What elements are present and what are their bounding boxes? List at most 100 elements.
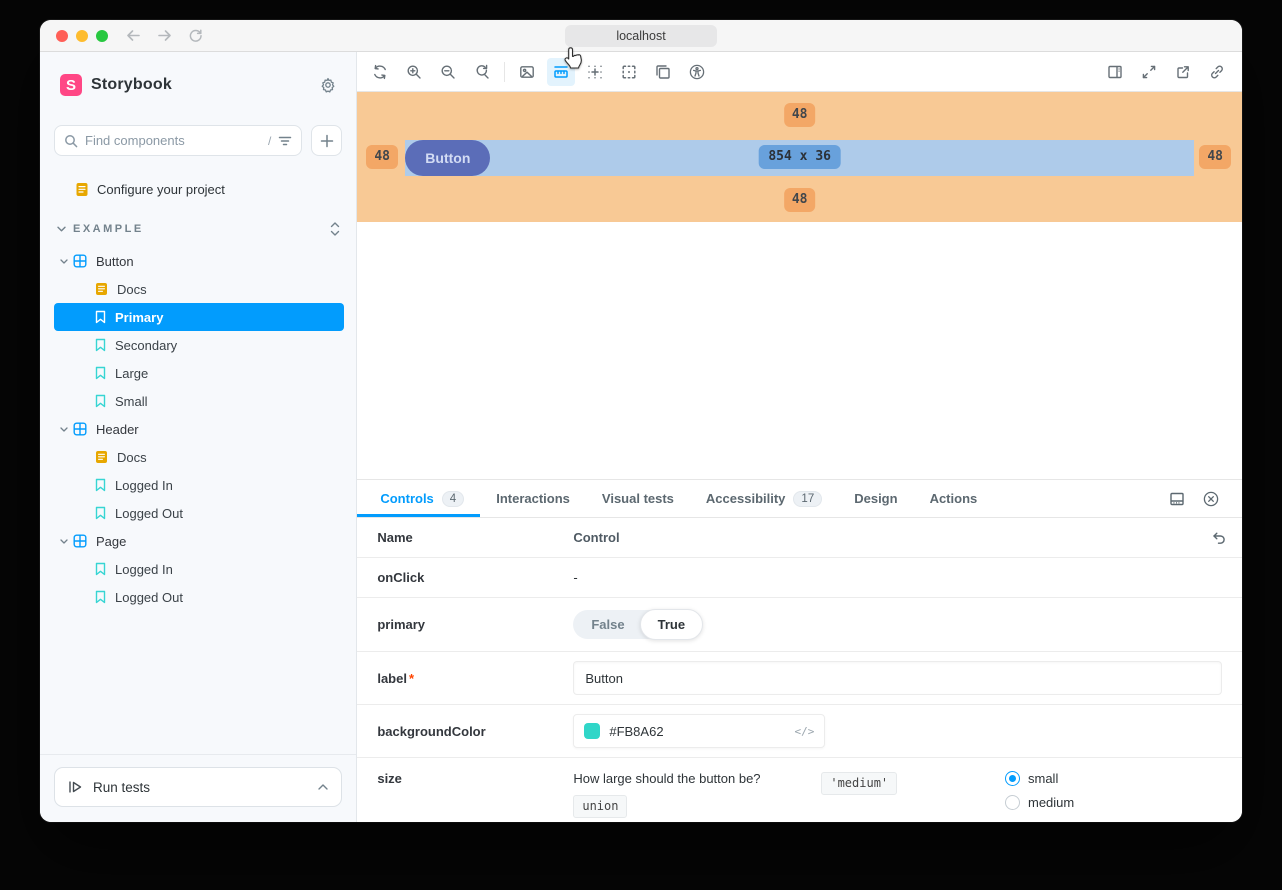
mouse-cursor-pointer	[563, 46, 585, 72]
code-toggle-icon[interactable]: </>	[794, 725, 814, 738]
zoom-in-icon[interactable]	[400, 58, 428, 86]
panel-position-icon[interactable]	[1163, 485, 1191, 513]
back-icon[interactable]	[126, 29, 141, 42]
arg-default-cell: 'medium'	[821, 771, 1005, 795]
radio-group-size: small medium	[1005, 771, 1242, 810]
create-story-button[interactable]	[311, 125, 342, 156]
margin-badge-top: 48	[784, 103, 816, 127]
table-row: backgroundColor #FB8A62 </>	[357, 705, 1242, 758]
close-window-button[interactable]	[56, 30, 68, 42]
tab-design[interactable]: Design	[838, 480, 913, 517]
bookmark-icon	[95, 506, 106, 520]
story-tree: Button Docs Primary Secondary Large	[40, 247, 356, 611]
sidebar-item-secondary[interactable]: Secondary	[40, 331, 356, 359]
sidebar-item-configure[interactable]: Configure your project	[40, 175, 356, 203]
minimize-window-button[interactable]	[76, 30, 88, 42]
tab-visual-tests[interactable]: Visual tests	[586, 480, 690, 517]
accessibility-icon[interactable]	[683, 58, 711, 86]
remount-icon[interactable]	[366, 58, 394, 86]
tab-interactions[interactable]: Interactions	[480, 480, 586, 517]
sidebar-item-page-loggedout[interactable]: Logged Out	[40, 583, 356, 611]
table-row: label*	[357, 652, 1242, 705]
outline-icon[interactable]	[615, 58, 643, 86]
search-box[interactable]: /	[54, 125, 302, 156]
label-text-input[interactable]	[573, 661, 1222, 695]
arg-description-cell: How large should the button be? union	[573, 771, 821, 818]
zoom-out-icon[interactable]	[434, 58, 462, 86]
configure-label: Configure your project	[97, 182, 225, 197]
sidebar-item-button[interactable]: Button	[40, 247, 356, 275]
color-value[interactable]: #FB8A62	[609, 724, 785, 739]
bookmark-icon	[95, 338, 106, 352]
sidebar-item-header[interactable]: Header	[40, 415, 356, 443]
tab-accessibility[interactable]: Accessibility 17	[690, 480, 838, 517]
controls-table: Name Control onClick - primary	[357, 518, 1242, 822]
grid-icon[interactable]	[581, 58, 609, 86]
copy-link-icon[interactable]	[1203, 58, 1231, 86]
search-input[interactable]	[85, 133, 261, 148]
viewport-icon[interactable]	[649, 58, 677, 86]
open-new-tab-icon[interactable]	[1169, 58, 1197, 86]
color-swatch[interactable]	[584, 723, 600, 739]
sidebar-item-header-loggedout[interactable]: Logged Out	[40, 499, 356, 527]
radio-icon[interactable]	[1005, 771, 1020, 786]
arg-type-badge: union	[573, 795, 627, 818]
reset-controls-icon[interactable]	[1211, 531, 1242, 545]
run-tests-button[interactable]: Run tests	[54, 767, 342, 807]
radio-option-medium[interactable]: medium	[1005, 795, 1222, 810]
bookmark-icon	[95, 590, 106, 604]
storybook-logo-icon: S	[60, 74, 82, 96]
play-tests-icon	[68, 780, 83, 794]
collapse-expand-all-icon[interactable]	[330, 222, 340, 236]
sidebar-item-large[interactable]: Large	[40, 359, 356, 387]
panel-toggle-icon[interactable]	[1101, 58, 1129, 86]
chevron-down-icon	[57, 259, 71, 264]
background-icon[interactable]	[513, 58, 541, 86]
search-shortcut-hint: /	[268, 134, 271, 148]
boolean-toggle[interactable]: False True	[573, 610, 702, 639]
sidebar: S Storybook /	[40, 52, 357, 822]
forward-icon[interactable]	[157, 29, 172, 42]
zoom-reset-icon[interactable]	[468, 58, 496, 86]
bookmark-icon	[95, 366, 106, 380]
arg-name: label*	[357, 671, 573, 686]
component-icon	[73, 534, 87, 548]
docs-icon	[95, 450, 108, 464]
titlebar: localhost	[40, 20, 1242, 52]
sidebar-item-button-docs[interactable]: Docs	[40, 275, 356, 303]
sidebar-item-small[interactable]: Small	[40, 387, 356, 415]
sidebar-section-example[interactable]: EXAMPLE	[40, 215, 356, 243]
sidebar-item-header-loggedin[interactable]: Logged In	[40, 471, 356, 499]
radio-icon[interactable]	[1005, 795, 1020, 810]
radio-option-small[interactable]: small	[1005, 771, 1222, 786]
reload-icon[interactable]	[188, 28, 203, 43]
filter-icon[interactable]	[278, 135, 292, 147]
address-bar[interactable]: localhost	[565, 25, 717, 47]
story-button[interactable]: Button	[405, 140, 490, 176]
close-panel-icon[interactable]	[1197, 485, 1225, 513]
tab-actions[interactable]: Actions	[914, 480, 994, 517]
radio-label: small	[1028, 771, 1058, 786]
arg-value: -	[573, 570, 1242, 585]
toggle-true-option[interactable]: True	[640, 609, 703, 640]
color-picker-control[interactable]: #FB8A62 </>	[573, 714, 825, 748]
chevron-down-icon	[57, 226, 66, 232]
story-canvas[interactable]: Button 48 48 48 48 854 x 36	[357, 92, 1242, 479]
document-icon	[75, 182, 89, 197]
controls-count-badge: 4	[442, 491, 464, 507]
tab-controls[interactable]: Controls 4	[357, 480, 480, 517]
chevron-down-icon	[57, 539, 71, 544]
arg-default-badge: 'medium'	[821, 772, 897, 795]
fullscreen-icon[interactable]	[1135, 58, 1163, 86]
toggle-false-option[interactable]: False	[573, 610, 640, 639]
sidebar-item-page-loggedin[interactable]: Logged In	[40, 555, 356, 583]
gear-icon[interactable]	[320, 77, 336, 93]
zoom-window-button[interactable]	[96, 30, 108, 42]
bookmark-icon	[95, 394, 106, 408]
measure-margin-overlay: Button 48 48 48 48 854 x 36	[357, 92, 1242, 222]
chevron-up-icon[interactable]	[318, 784, 328, 790]
sidebar-item-header-docs[interactable]: Docs	[40, 443, 356, 471]
sidebar-item-primary[interactable]: Primary	[54, 303, 344, 331]
table-row: size How large should the button be? uni…	[357, 758, 1242, 822]
sidebar-item-page[interactable]: Page	[40, 527, 356, 555]
